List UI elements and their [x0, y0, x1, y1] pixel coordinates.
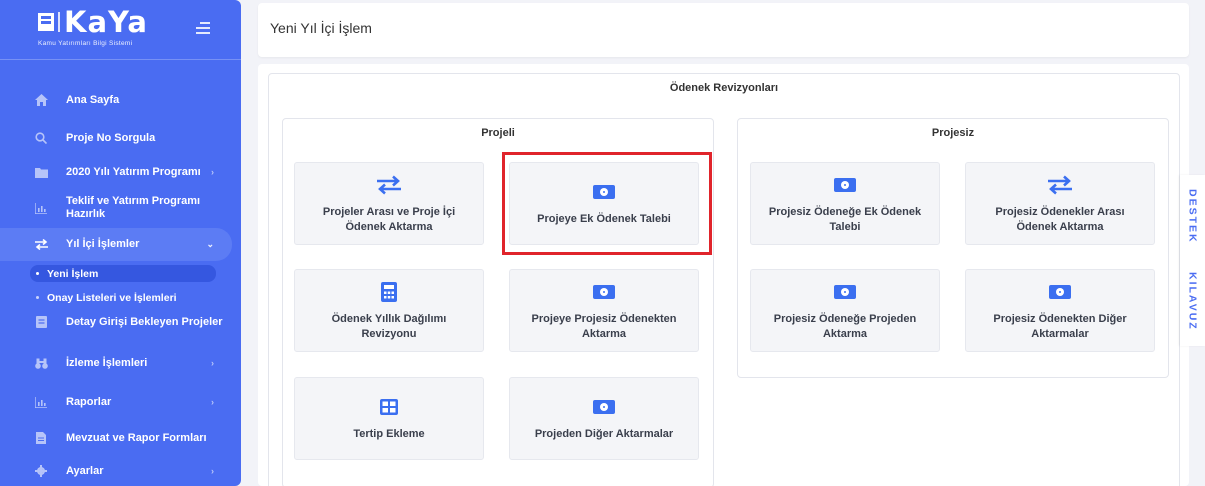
- page-header: Yeni Yıl İçi İşlem: [258, 3, 1189, 57]
- list-icon: [34, 315, 48, 329]
- sidebar-item-ayarlar[interactable]: Ayarlar ›: [18, 463, 232, 479]
- logo-area: KaYa Kamu Yatırımları Bilgi Sistemi: [0, 0, 241, 60]
- money-icon: [834, 280, 856, 304]
- table-icon: [380, 395, 398, 419]
- chart-icon: [34, 201, 48, 215]
- sidebar-item-ana-sayfa[interactable]: Ana Sayfa: [18, 92, 232, 108]
- calculator-icon: [381, 280, 397, 304]
- binoculars-icon: [34, 356, 48, 370]
- sidebar-item-teklif[interactable]: Teklif ve Yatırım Programı Hazırlık: [18, 194, 232, 222]
- bullet-icon: [36, 296, 39, 299]
- page-title: Yeni Yıl İçi İşlem: [270, 20, 372, 36]
- sidebar-item-label: Proje No Sorgula: [66, 131, 156, 144]
- sidebar-item-label: Teklif ve Yatırım Programı Hazırlık: [66, 195, 201, 220]
- sidebar-subitem-label: Onay Listeleri ve İşlemleri: [47, 291, 177, 304]
- chevron-right-icon: ›: [211, 167, 214, 177]
- tile-projeye-projesiz-aktarma[interactable]: Projeye Projesiz Ödenekten Aktarma: [509, 269, 699, 352]
- panel-title: Ödenek Revizyonları: [669, 82, 779, 94]
- sidebar-item-label: Detay Girişi Bekleyen Projeler: [66, 315, 223, 328]
- highlight-box: [502, 152, 712, 255]
- sidebar-item-mevzuat[interactable]: Mevzuat ve Rapor Formları: [18, 430, 232, 446]
- tile-label: Projesiz Ödeneğe Ek Ödenek Talebi: [768, 205, 922, 233]
- tile-tertip-ekleme[interactable]: Tertip Ekleme: [294, 377, 484, 460]
- home-icon: [34, 93, 48, 107]
- sidebar-subitem-onay-listeleri[interactable]: Onay Listeleri ve İşlemleri: [30, 289, 216, 306]
- tile-projesiz-projeden-aktarma[interactable]: Projesiz Ödeneğe Projeden Aktarma: [750, 269, 940, 352]
- tile-label: Projesiz Ödenekler Arası Ödenek Aktarma: [995, 205, 1125, 233]
- money-icon: [834, 173, 856, 197]
- chevron-right-icon: ›: [211, 397, 214, 407]
- sidebar-item-yatirim-programi[interactable]: 2020 Yılı Yatırım Programı ›: [18, 158, 232, 186]
- group-title: Projesiz: [931, 127, 975, 139]
- folder-icon: [34, 165, 48, 179]
- document-icon: [34, 431, 48, 445]
- brand-name[interactable]: KaYa: [64, 5, 148, 39]
- sidebar-subitem-label: Yeni İşlem: [47, 267, 99, 280]
- tile-label: Projesiz Ödenekten Diğer Aktarmalar: [993, 312, 1127, 340]
- sidebar-subitem-yeni-islem[interactable]: Yeni İşlem: [30, 265, 216, 282]
- search-icon: [34, 131, 48, 145]
- sidebar-item-izleme[interactable]: İzleme İşlemleri ›: [18, 355, 232, 371]
- sidebar-item-yil-ici-islemler[interactable]: Yıl İçi İşlemler ⌄: [0, 228, 232, 261]
- logo-icon: [38, 13, 54, 31]
- tile-projeler-arasi-aktarma[interactable]: Projeler Arası ve Proje İçi Ödenek Aktar…: [294, 162, 484, 245]
- sidebar-item-label: Raporlar: [66, 395, 112, 408]
- chart-icon: [34, 395, 48, 409]
- side-tabs: DESTEK KILAVUZ: [1180, 175, 1205, 346]
- sidebar-item-detay-girisi[interactable]: Detay Girişi Bekleyen Projeler: [18, 308, 232, 336]
- bullet-icon: [36, 272, 39, 275]
- transfer-icon: [376, 173, 402, 197]
- logo-separator: [58, 12, 60, 32]
- sidebar-item-proje-no-sorgula[interactable]: Proje No Sorgula: [18, 130, 232, 146]
- sidebar-item-raporlar[interactable]: Raporlar ›: [18, 394, 232, 410]
- sidebar-item-label: Yıl İçi İşlemler: [66, 238, 140, 250]
- tile-projeden-diger-aktarmalar[interactable]: Projeden Diğer Aktarmalar: [509, 377, 699, 460]
- chevron-right-icon: ›: [211, 358, 214, 368]
- transfer-icon: [1047, 173, 1073, 197]
- kilavuz-tab[interactable]: KILAVUZ: [1180, 263, 1205, 339]
- money-icon: [593, 280, 615, 304]
- chevron-down-icon: ⌄: [206, 239, 214, 249]
- money-icon: [1049, 280, 1071, 304]
- money-icon: [593, 395, 615, 419]
- group-title: Projeli: [481, 127, 515, 139]
- sidebar-item-label: 2020 Yılı Yatırım Programı: [66, 165, 201, 178]
- sidebar-item-label: Ayarlar: [66, 464, 104, 477]
- tile-projesiz-ek-odenek[interactable]: Projesiz Ödeneğe Ek Ödenek Talebi: [750, 162, 940, 245]
- gear-icon: [34, 464, 48, 478]
- transfer-icon: [34, 238, 48, 252]
- sidebar-item-label: Mevzuat ve Rapor Formları: [66, 431, 207, 444]
- tile-projesiz-diger-aktarmalar[interactable]: Projesiz Ödenekten Diğer Aktarmalar: [965, 269, 1155, 352]
- sidebar: KaYa Kamu Yatırımları Bilgi Sistemi Ana …: [0, 0, 241, 486]
- tile-label: Projeye Projesiz Ödenekten Aktarma: [531, 312, 677, 340]
- odenek-revizyonlari-panel: Ödenek Revizyonları Projeli Projeler Ara…: [268, 73, 1180, 486]
- tile-projesiz-odenekler-arasi[interactable]: Projesiz Ödenekler Arası Ödenek Aktarma: [965, 162, 1155, 245]
- tile-odenek-yillik-dagilimi[interactable]: Ödenek Yıllık Dağılımı Revizyonu: [294, 269, 484, 352]
- projesiz-group: Projesiz Projesiz Ödeneğe Ek Ödenek Tale…: [737, 118, 1169, 378]
- tile-label: Projeden Diğer Aktarmalar: [534, 428, 674, 440]
- tile-label: Projeler Arası ve Proje İçi Ödenek Aktar…: [322, 205, 456, 233]
- tile-label: Ödenek Yıllık Dağılımı Revizyonu: [331, 312, 447, 340]
- sidebar-item-label: İzleme İşlemleri: [66, 356, 148, 369]
- menu-toggle-icon[interactable]: [196, 22, 210, 34]
- chevron-right-icon: ›: [211, 466, 214, 476]
- main-card: Ödenek Revizyonları Projeli Projeler Ara…: [258, 64, 1189, 486]
- destek-tab[interactable]: DESTEK: [1180, 183, 1205, 249]
- brand-subtitle: Kamu Yatırımları Bilgi Sistemi: [38, 40, 133, 47]
- sidebar-item-label: Ana Sayfa: [66, 93, 120, 106]
- tile-label: Projesiz Ödeneğe Projeden Aktarma: [773, 312, 917, 340]
- tile-label: Tertip Ekleme: [353, 428, 425, 440]
